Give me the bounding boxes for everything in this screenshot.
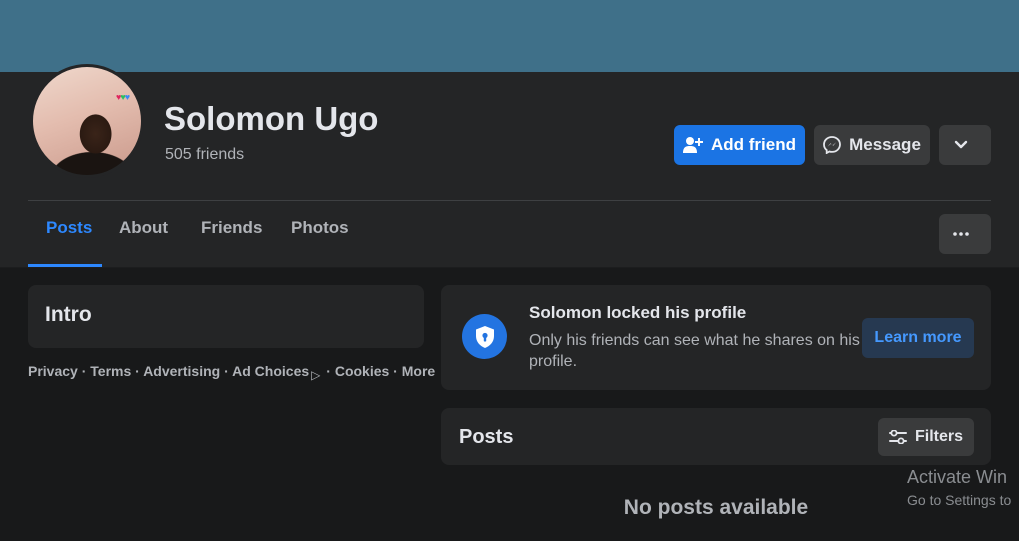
footer-link-cookies[interactable]: Cookies bbox=[335, 363, 389, 379]
locked-profile-title: Solomon locked his profile bbox=[529, 303, 747, 322]
footer-link-terms[interactable]: Terms bbox=[90, 363, 131, 379]
cover-photo[interactable] bbox=[0, 0, 1019, 72]
tabs-more-button[interactable] bbox=[939, 214, 991, 254]
footer-separator: · bbox=[389, 363, 402, 379]
message-label: Message bbox=[849, 135, 921, 154]
tab-posts[interactable]: Posts bbox=[46, 218, 92, 252]
friends-count[interactable]: 505 friends bbox=[165, 146, 244, 164]
add-friend-button[interactable]: Add friend bbox=[674, 125, 805, 165]
tab-about[interactable]: About bbox=[119, 218, 168, 252]
filters-icon bbox=[888, 430, 907, 444]
tab-photos[interactable]: Photos bbox=[291, 218, 349, 252]
tab-friends[interactable]: Friends bbox=[201, 218, 262, 252]
filters-label: Filters bbox=[914, 428, 963, 445]
footer-separator: · bbox=[322, 363, 335, 379]
avatar[interactable]: ♥♥♥ bbox=[30, 64, 144, 178]
locked-profile-card: Solomon locked his profile Only his frie… bbox=[441, 285, 991, 390]
shield-lock-icon bbox=[475, 325, 494, 348]
posts-card: Posts Filters bbox=[441, 408, 991, 465]
profile-more-button[interactable] bbox=[939, 125, 991, 165]
activate-windows-subtitle: Go to Settings to bbox=[907, 492, 1012, 508]
locked-profile-description: Only his friends can see what he shares … bbox=[529, 332, 860, 370]
ad-choices-icon[interactable]: ▷ bbox=[311, 368, 320, 382]
footer-separator: · bbox=[220, 363, 233, 379]
active-tab-indicator bbox=[28, 264, 102, 267]
learn-more-button[interactable]: Learn more bbox=[862, 318, 974, 358]
add-friend-label: Add friend bbox=[711, 135, 796, 154]
activate-windows-title: Activate Win bbox=[907, 467, 1008, 487]
footer-link-ad-choices[interactable]: Ad Choices bbox=[232, 363, 309, 379]
more-dots-icon bbox=[953, 232, 969, 236]
messenger-icon bbox=[823, 136, 841, 154]
footer-separator: · bbox=[77, 363, 91, 379]
filters-button[interactable]: Filters bbox=[878, 418, 974, 456]
header-divider bbox=[28, 200, 991, 201]
message-button[interactable]: Message bbox=[814, 125, 930, 165]
posts-title: Posts bbox=[459, 426, 514, 448]
shield-badge bbox=[462, 314, 507, 359]
footer-link-privacy[interactable]: Privacy bbox=[28, 363, 78, 379]
chevron-down-icon bbox=[954, 140, 968, 149]
avatar-heart-badge: ♥♥♥ bbox=[116, 92, 130, 102]
footer-link-advertising[interactable]: Advertising bbox=[143, 363, 220, 379]
intro-card: Intro bbox=[28, 285, 424, 348]
footer-links: Privacy · Terms · Advertising · Ad Choic… bbox=[28, 363, 435, 382]
profile-name[interactable]: Solomon Ugo bbox=[164, 100, 378, 138]
footer-link-more[interactable]: More bbox=[402, 363, 435, 379]
intro-title: Intro bbox=[45, 303, 92, 326]
add-person-icon bbox=[683, 137, 703, 153]
footer-separator: · bbox=[131, 363, 144, 379]
